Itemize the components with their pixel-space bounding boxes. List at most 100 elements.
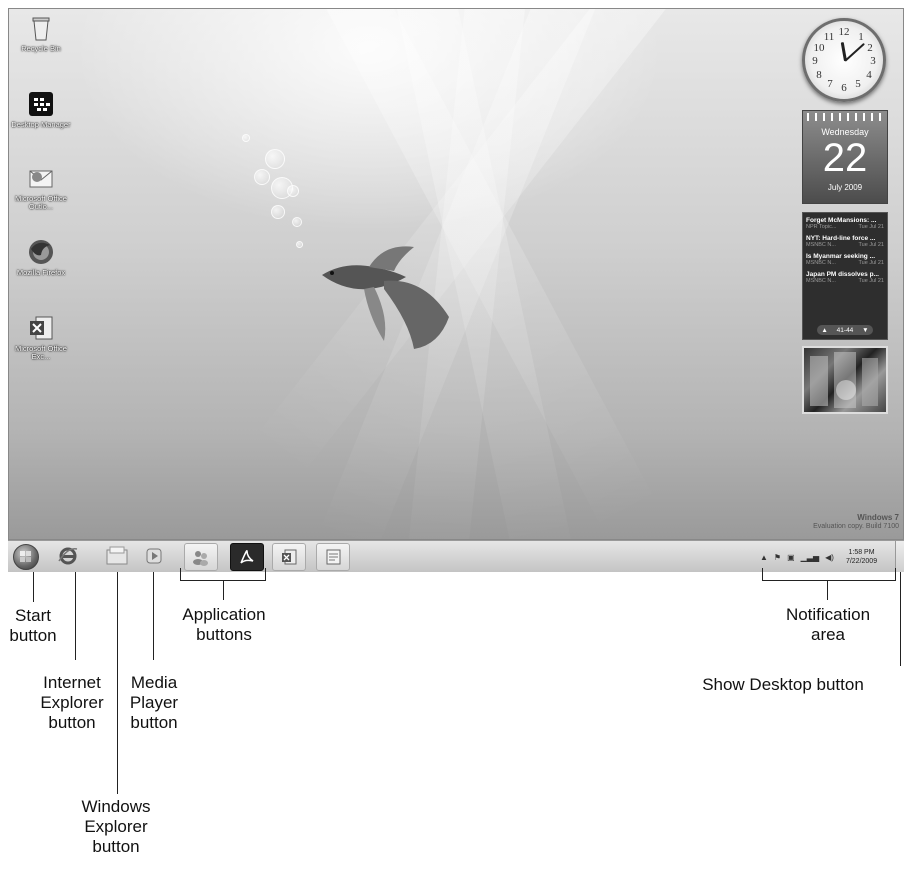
excel-icon	[26, 313, 56, 343]
show-desktop-button[interactable]	[895, 541, 904, 572]
callout-text: Player	[129, 693, 179, 712]
clock-number: 9	[812, 55, 818, 67]
firefox-icon	[26, 237, 56, 267]
callout-bracket-notify	[762, 568, 763, 580]
media-player-button[interactable]	[140, 543, 168, 569]
desktop-icon-recycle-bin[interactable]: Recycle Bin	[11, 13, 71, 53]
clock-number: 5	[855, 78, 861, 90]
callout-application-buttons: Application buttons	[163, 605, 285, 645]
clock-number: 12	[838, 26, 850, 38]
callout-line-explorer	[117, 572, 118, 794]
volume-icon[interactable]: ◀)	[825, 553, 834, 562]
desktop-icon-label: Desktop Manager	[11, 120, 71, 129]
clock-number: 11	[823, 31, 835, 43]
clock-gadget[interactable]: 12 1 2 3 4 5 6 7 8 9 10 11	[802, 18, 886, 102]
callout-text: area	[810, 625, 846, 644]
taskbar-app-acrobat[interactable]	[230, 543, 264, 571]
feed-source: MSNBC N...	[806, 242, 836, 248]
slideshow-gadget[interactable]	[802, 346, 888, 414]
bubble	[296, 241, 303, 248]
callout-show-desktop: Show Desktop button	[702, 675, 864, 694]
signal-icon[interactable]: ▁▃▅	[801, 553, 819, 562]
feed-source: NPR Topic...	[806, 224, 837, 230]
recycle-bin-icon	[26, 13, 56, 43]
callout-text: button	[9, 626, 57, 645]
desktop-icon-firefox[interactable]: Mozilla Firefox	[11, 237, 71, 277]
desktop-icon-desktop-manager[interactable]: Desktop Manager	[11, 89, 71, 129]
desktop-icon-label: Microsoft Office Outlo...	[15, 194, 67, 211]
excel-icon	[282, 549, 297, 565]
desktop-icon-excel[interactable]: Microsoft Office Exc...	[11, 313, 71, 361]
windows-logo-icon	[20, 551, 31, 562]
callout-bracket-notify	[762, 580, 896, 581]
windows-explorer-button[interactable]	[100, 543, 134, 569]
desktop-icon-outlook[interactable]: Microsoft Office Outlo...	[11, 163, 71, 211]
start-button[interactable]	[13, 544, 39, 570]
notification-area: ▲ ⚑ ▣ ▁▃▅ ◀) 1:58 PM 7/22/2009	[760, 545, 877, 569]
tray-time: 1:58 PM	[848, 549, 875, 556]
taskbar-app-excel[interactable]	[272, 543, 306, 571]
up-arrow-icon[interactable]: ▲	[821, 327, 827, 334]
clock-minute-hand	[844, 42, 865, 62]
callout-line-apps	[223, 580, 224, 600]
callout-text: Internet	[43, 673, 101, 692]
callout-text: Application	[182, 605, 266, 624]
taskbar-app-word[interactable]	[316, 543, 350, 571]
bubble	[254, 169, 270, 185]
callout-line-start	[33, 572, 34, 602]
feed-source: MSNBC N...	[806, 260, 836, 266]
callout-bracket-apps	[180, 568, 181, 580]
flag-icon[interactable]: ⚑	[774, 553, 781, 562]
clock-number: 3	[870, 55, 876, 67]
feed-source: MSNBC N...	[806, 278, 836, 284]
slideshow-photo	[810, 352, 878, 408]
calendar-month-year: July 2009	[827, 183, 863, 192]
callout-line-media	[153, 572, 154, 660]
bubble	[271, 205, 285, 219]
callout-text: Notification	[785, 605, 871, 624]
callout-internet-explorer: Internet Explorer button	[27, 673, 117, 733]
down-arrow-icon[interactable]: ▼	[862, 327, 868, 334]
feed-item[interactable]: Japan PM dissolves p... MSNBC N... Tue Ju…	[806, 271, 884, 284]
feed-item[interactable]: Forget McMansions: ... NPR Topic... Tue J…	[806, 217, 884, 230]
desktop-manager-icon	[26, 89, 56, 119]
feed-title: NYT: Hard-line force ...	[806, 235, 876, 242]
desktop-icon-label: Mozilla Firefox	[16, 268, 66, 277]
watermark-build: Evaluation copy. Build 7100	[813, 523, 899, 530]
network-icon[interactable]: ▣	[787, 553, 795, 562]
folder-icon	[106, 546, 128, 565]
bubble	[242, 134, 250, 142]
bubble	[292, 217, 302, 227]
callout-text: Media	[130, 673, 178, 692]
bubble	[265, 149, 285, 169]
windows-watermark: Windows 7 Evaluation copy. Build 7100	[813, 513, 899, 531]
feed-item[interactable]: NYT: Hard-line force ... MSNBC N... Tue J…	[806, 235, 884, 248]
show-hidden-icon[interactable]: ▲	[760, 553, 768, 562]
acrobat-icon	[240, 550, 254, 564]
media-player-icon	[146, 548, 162, 564]
feed-headlines-gadget[interactable]: Forget McMansions: ... NPR Topic... Tue J…	[802, 212, 888, 340]
feed-date: Tue Jul 21	[858, 242, 884, 248]
callout-text: Start	[15, 606, 51, 625]
callout-text: Explorer	[84, 817, 148, 836]
desktop: Recycle Bin Desktop Manager Microsoft Of…	[8, 8, 904, 540]
callout-bracket-notify	[895, 568, 896, 580]
tray-clock[interactable]: 1:58 PM 7/22/2009	[846, 548, 877, 566]
feed-title: Japan PM dissolves p...	[806, 271, 879, 278]
callout-notification-area: Notification area	[765, 605, 891, 645]
feed-date: Tue Jul 21	[858, 260, 884, 266]
internet-explorer-button[interactable]	[54, 543, 82, 569]
feed-page-indicator: 41-44	[836, 326, 854, 334]
taskbar-app-messenger[interactable]	[184, 543, 218, 571]
outlook-icon	[26, 163, 56, 193]
calendar-gadget[interactable]: Wednesday 22 July 2009	[802, 110, 888, 204]
callout-bracket-apps	[265, 568, 266, 580]
clock-number: 2	[867, 42, 873, 54]
callout-text: button	[92, 837, 140, 856]
feed-item[interactable]: Is Myanmar seeking ... MSNBC N... Tue Jul…	[806, 253, 884, 266]
calendar-date: 22	[822, 136, 868, 180]
callout-media-player: Media Player button	[119, 673, 189, 733]
callout-line-ie	[75, 572, 76, 660]
messenger-icon	[193, 551, 208, 566]
feed-title: Forget McMansions: ...	[806, 217, 877, 224]
